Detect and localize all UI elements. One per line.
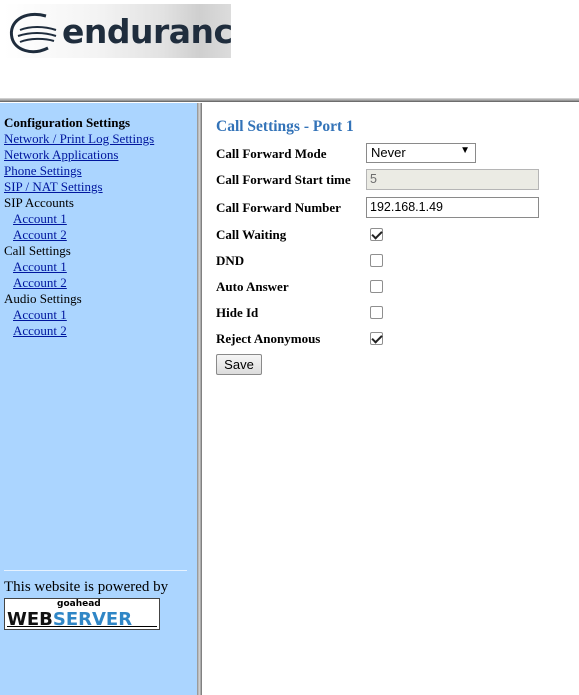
sidebar-group-call-settings: Call Settings (4, 243, 71, 258)
main-content: Call Settings - Port 1 Call Forward Mode… (216, 118, 539, 375)
sidebar-group-audio-settings: Audio Settings (4, 291, 82, 306)
sidebar-divider (197, 103, 202, 695)
call-forward-number-input[interactable]: 192.168.1.49 (366, 197, 539, 218)
powered-by-divider (4, 570, 187, 571)
call-waiting-checkbox[interactable] (370, 228, 383, 241)
reject-anonymous-label: Reject Anonymous (216, 331, 321, 346)
page-title: Call Settings - Port 1 (216, 118, 354, 135)
goahead-webserver-badge[interactable]: goahead WEBSERVER (4, 598, 160, 630)
badge-underline (7, 626, 157, 627)
sidebar-link-network-applications[interactable]: Network Applications (4, 147, 154, 163)
call-forward-mode-value: Never (371, 145, 406, 160)
call-forward-start-label: Call Forward Start time (216, 172, 351, 187)
sidebar-group-sip-accounts: SIP Accounts (4, 195, 74, 210)
reject-anonymous-checkbox[interactable] (370, 332, 383, 345)
sidebar-link-sip-account-2[interactable]: Account 2 (4, 227, 154, 243)
auto-answer-label: Auto Answer (216, 279, 289, 294)
dropdown-arrow-icon: ▼ (460, 145, 470, 156)
sidebar-link-audio-account-1[interactable]: Account 1 (4, 307, 154, 323)
call-forward-start-input[interactable]: 5 (366, 169, 539, 190)
call-forward-mode-select[interactable]: Never ▼ (366, 143, 476, 163)
save-button[interactable]: Save (216, 354, 262, 375)
auto-answer-checkbox[interactable] (370, 280, 383, 293)
dnd-label: DND (216, 253, 245, 268)
sidebar-link-call-account-1[interactable]: Account 1 (4, 259, 154, 275)
hide-id-checkbox[interactable] (370, 306, 383, 319)
hide-id-label: Hide Id (216, 305, 259, 320)
sidebar-link-sip-nat-settings[interactable]: SIP / NAT Settings (4, 179, 154, 195)
logo-swirl-icon (9, 13, 57, 54)
logo-text: endurance (62, 12, 231, 51)
sidebar-link-network-print-log[interactable]: Network / Print Log Settings (4, 131, 154, 147)
endurance-logo: endurance (4, 4, 231, 58)
sidebar-heading: Configuration Settings (4, 115, 131, 130)
sidebar: Configuration Settings Network / Print L… (0, 103, 197, 695)
badge-goahead-text: goahead (57, 599, 101, 609)
header-divider (0, 98, 579, 102)
dnd-checkbox[interactable] (370, 254, 383, 267)
sidebar-nav: Configuration Settings Network / Print L… (4, 115, 154, 339)
sidebar-link-sip-account-1[interactable]: Account 1 (4, 211, 154, 227)
sidebar-link-audio-account-2[interactable]: Account 2 (4, 323, 154, 339)
call-forward-number-label: Call Forward Number (216, 200, 341, 215)
sidebar-link-call-account-2[interactable]: Account 2 (4, 275, 154, 291)
powered-by-text: This website is powered by (4, 579, 169, 595)
sidebar-link-phone-settings[interactable]: Phone Settings (4, 163, 154, 179)
call-forward-mode-label: Call Forward Mode (216, 146, 327, 161)
call-waiting-label: Call Waiting (216, 227, 287, 242)
